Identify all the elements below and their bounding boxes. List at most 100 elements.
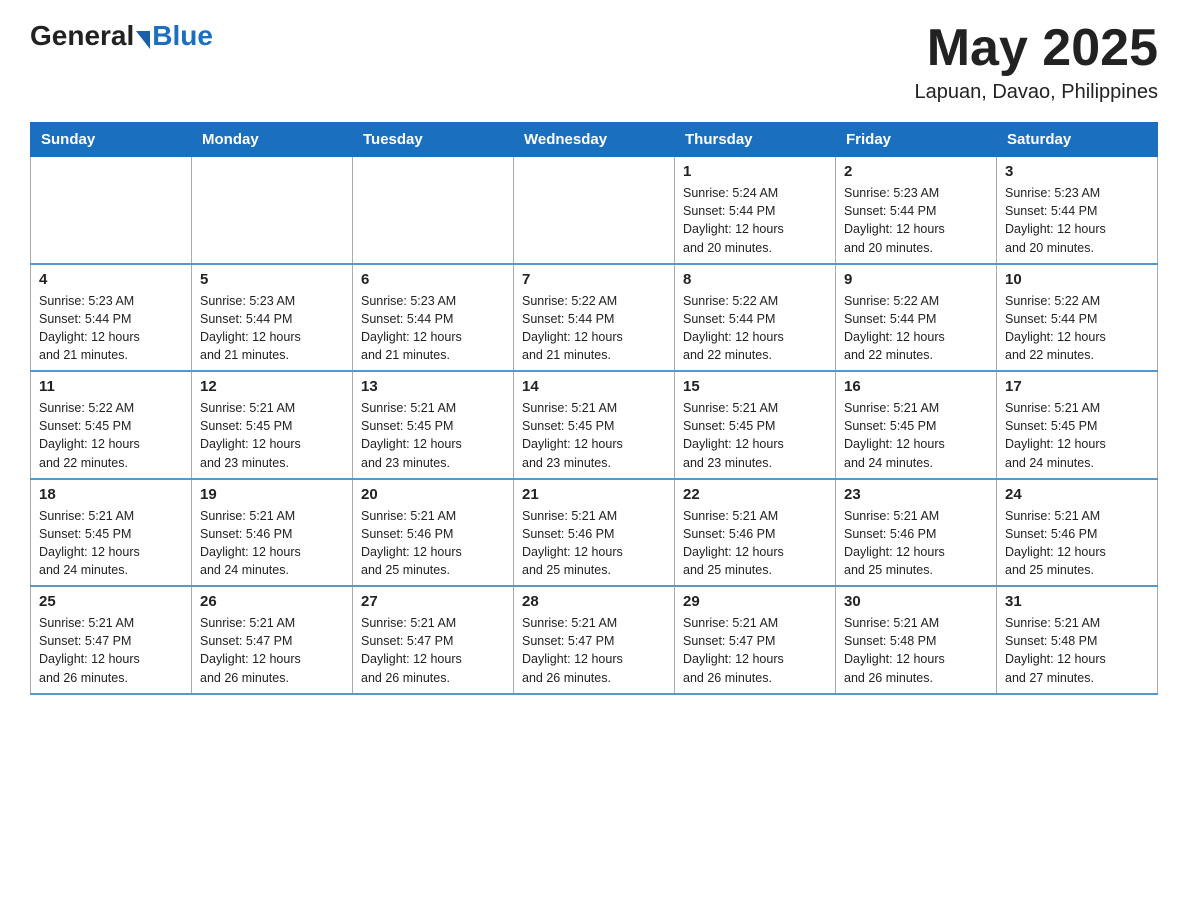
day-number: 3 (1005, 163, 1149, 180)
day-number: 18 (39, 486, 183, 503)
day-number: 24 (1005, 486, 1149, 503)
day-info: Sunrise: 5:21 AM Sunset: 5:46 PM Dayligh… (361, 507, 505, 580)
calendar-cell (353, 157, 514, 264)
day-number: 7 (522, 271, 666, 288)
calendar-cell: 4 Sunrise: 5:23 AM Sunset: 5:44 PM Daylig… (31, 264, 192, 372)
calendar-cell: 29 Sunrise: 5:21 AM Sunset: 5:47 PM Dayli… (675, 586, 836, 694)
day-info: Sunrise: 5:23 AM Sunset: 5:44 PM Dayligh… (361, 292, 505, 365)
day-info: Sunrise: 5:22 AM Sunset: 5:44 PM Dayligh… (1005, 292, 1149, 365)
day-of-week-monday: Monday (192, 123, 353, 157)
calendar-cell (192, 157, 353, 264)
calendar-cell: 19 Sunrise: 5:21 AM Sunset: 5:46 PM Dayli… (192, 479, 353, 587)
day-info: Sunrise: 5:21 AM Sunset: 5:45 PM Dayligh… (683, 399, 827, 472)
day-number: 2 (844, 163, 988, 180)
day-number: 14 (522, 378, 666, 395)
calendar-week-4: 18 Sunrise: 5:21 AM Sunset: 5:45 PM Dayli… (31, 479, 1158, 587)
day-number: 17 (1005, 378, 1149, 395)
calendar-week-1: 1Sunrise: 5:24 AM Sunset: 5:44 PM Daylig… (31, 157, 1158, 264)
day-of-week-tuesday: Tuesday (353, 123, 514, 157)
day-info: Sunrise: 5:23 AM Sunset: 5:44 PM Dayligh… (39, 292, 183, 365)
calendar-cell: 16 Sunrise: 5:21 AM Sunset: 5:45 PM Dayli… (836, 371, 997, 479)
day-number: 9 (844, 271, 988, 288)
calendar-cell: 11 Sunrise: 5:22 AM Sunset: 5:45 PM Dayli… (31, 371, 192, 479)
day-of-week-sunday: Sunday (31, 123, 192, 157)
calendar-cell: 5 Sunrise: 5:23 AM Sunset: 5:44 PM Daylig… (192, 264, 353, 372)
calendar-cell: 26 Sunrise: 5:21 AM Sunset: 5:47 PM Dayli… (192, 586, 353, 694)
day-number: 27 (361, 593, 505, 610)
calendar-cell: 23 Sunrise: 5:21 AM Sunset: 5:46 PM Dayli… (836, 479, 997, 587)
day-info: Sunrise: 5:21 AM Sunset: 5:46 PM Dayligh… (522, 507, 666, 580)
day-info: Sunrise: 5:21 AM Sunset: 5:45 PM Dayligh… (844, 399, 988, 472)
calendar-cell: 27 Sunrise: 5:21 AM Sunset: 5:47 PM Dayli… (353, 586, 514, 694)
day-info: Sunrise: 5:21 AM Sunset: 5:47 PM Dayligh… (683, 614, 827, 687)
day-number: 15 (683, 378, 827, 395)
day-number: 31 (1005, 593, 1149, 610)
day-info: Sunrise: 5:21 AM Sunset: 5:47 PM Dayligh… (200, 614, 344, 687)
logo-text: General Blue (30, 20, 213, 52)
location-title: Lapuan, Davao, Philippines (914, 81, 1158, 104)
calendar-cell: 20 Sunrise: 5:21 AM Sunset: 5:46 PM Dayli… (353, 479, 514, 587)
day-of-week-saturday: Saturday (997, 123, 1158, 157)
calendar-cell: 25Sunrise: 5:21 AM Sunset: 5:47 PM Dayli… (31, 586, 192, 694)
logo-arrow-icon (136, 31, 150, 49)
day-number: 8 (683, 271, 827, 288)
day-of-week-friday: Friday (836, 123, 997, 157)
day-number: 20 (361, 486, 505, 503)
day-number: 11 (39, 378, 183, 395)
day-info: Sunrise: 5:21 AM Sunset: 5:46 PM Dayligh… (1005, 507, 1149, 580)
calendar-cell: 22Sunrise: 5:21 AM Sunset: 5:46 PM Dayli… (675, 479, 836, 587)
day-info: Sunrise: 5:23 AM Sunset: 5:44 PM Dayligh… (844, 184, 988, 257)
day-number: 12 (200, 378, 344, 395)
day-info: Sunrise: 5:21 AM Sunset: 5:47 PM Dayligh… (39, 614, 183, 687)
day-number: 13 (361, 378, 505, 395)
day-number: 21 (522, 486, 666, 503)
day-info: Sunrise: 5:21 AM Sunset: 5:45 PM Dayligh… (1005, 399, 1149, 472)
calendar-cell: 28 Sunrise: 5:21 AM Sunset: 5:47 PM Dayli… (514, 586, 675, 694)
day-info: Sunrise: 5:21 AM Sunset: 5:45 PM Dayligh… (39, 507, 183, 580)
calendar-cell: 18 Sunrise: 5:21 AM Sunset: 5:45 PM Dayli… (31, 479, 192, 587)
calendar-cell (514, 157, 675, 264)
day-number: 28 (522, 593, 666, 610)
calendar-cell: 1Sunrise: 5:24 AM Sunset: 5:44 PM Daylig… (675, 157, 836, 264)
day-info: Sunrise: 5:22 AM Sunset: 5:44 PM Dayligh… (522, 292, 666, 365)
day-info: Sunrise: 5:21 AM Sunset: 5:47 PM Dayligh… (361, 614, 505, 687)
day-info: Sunrise: 5:21 AM Sunset: 5:45 PM Dayligh… (200, 399, 344, 472)
day-info: Sunrise: 5:24 AM Sunset: 5:44 PM Dayligh… (683, 184, 827, 257)
month-title: May 2025 (914, 20, 1158, 77)
calendar-week-5: 25Sunrise: 5:21 AM Sunset: 5:47 PM Dayli… (31, 586, 1158, 694)
calendar-week-3: 11 Sunrise: 5:22 AM Sunset: 5:45 PM Dayli… (31, 371, 1158, 479)
calendar-cell: 30Sunrise: 5:21 AM Sunset: 5:48 PM Dayli… (836, 586, 997, 694)
day-number: 26 (200, 593, 344, 610)
calendar-cell: 8 Sunrise: 5:22 AM Sunset: 5:44 PM Daylig… (675, 264, 836, 372)
day-info: Sunrise: 5:23 AM Sunset: 5:44 PM Dayligh… (1005, 184, 1149, 257)
calendar-cell: 24 Sunrise: 5:21 AM Sunset: 5:46 PM Dayli… (997, 479, 1158, 587)
calendar-cell: 10 Sunrise: 5:22 AM Sunset: 5:44 PM Dayli… (997, 264, 1158, 372)
day-info: Sunrise: 5:21 AM Sunset: 5:46 PM Dayligh… (844, 507, 988, 580)
day-number: 4 (39, 271, 183, 288)
calendar-table: SundayMondayTuesdayWednesdayThursdayFrid… (30, 122, 1158, 695)
day-number: 16 (844, 378, 988, 395)
day-info: Sunrise: 5:21 AM Sunset: 5:47 PM Dayligh… (522, 614, 666, 687)
calendar-cell: 31Sunrise: 5:21 AM Sunset: 5:48 PM Dayli… (997, 586, 1158, 694)
calendar-cell (31, 157, 192, 264)
day-info: Sunrise: 5:22 AM Sunset: 5:44 PM Dayligh… (844, 292, 988, 365)
page-header: General Blue May 2025 Lapuan, Davao, Phi… (30, 20, 1158, 104)
day-number: 29 (683, 593, 827, 610)
day-info: Sunrise: 5:21 AM Sunset: 5:45 PM Dayligh… (522, 399, 666, 472)
day-number: 23 (844, 486, 988, 503)
calendar-header: SundayMondayTuesdayWednesdayThursdayFrid… (31, 123, 1158, 157)
day-info: Sunrise: 5:21 AM Sunset: 5:46 PM Dayligh… (683, 507, 827, 580)
day-info: Sunrise: 5:23 AM Sunset: 5:44 PM Dayligh… (200, 292, 344, 365)
title-area: May 2025 Lapuan, Davao, Philippines (914, 20, 1158, 104)
day-number: 19 (200, 486, 344, 503)
day-info: Sunrise: 5:21 AM Sunset: 5:46 PM Dayligh… (200, 507, 344, 580)
day-number: 30 (844, 593, 988, 610)
day-number: 6 (361, 271, 505, 288)
day-info: Sunrise: 5:22 AM Sunset: 5:44 PM Dayligh… (683, 292, 827, 365)
day-number: 10 (1005, 271, 1149, 288)
calendar-cell: 14 Sunrise: 5:21 AM Sunset: 5:45 PM Dayli… (514, 371, 675, 479)
calendar-cell: 15 Sunrise: 5:21 AM Sunset: 5:45 PM Dayli… (675, 371, 836, 479)
logo-general-text: General (30, 20, 134, 52)
day-info: Sunrise: 5:22 AM Sunset: 5:45 PM Dayligh… (39, 399, 183, 472)
day-number: 5 (200, 271, 344, 288)
